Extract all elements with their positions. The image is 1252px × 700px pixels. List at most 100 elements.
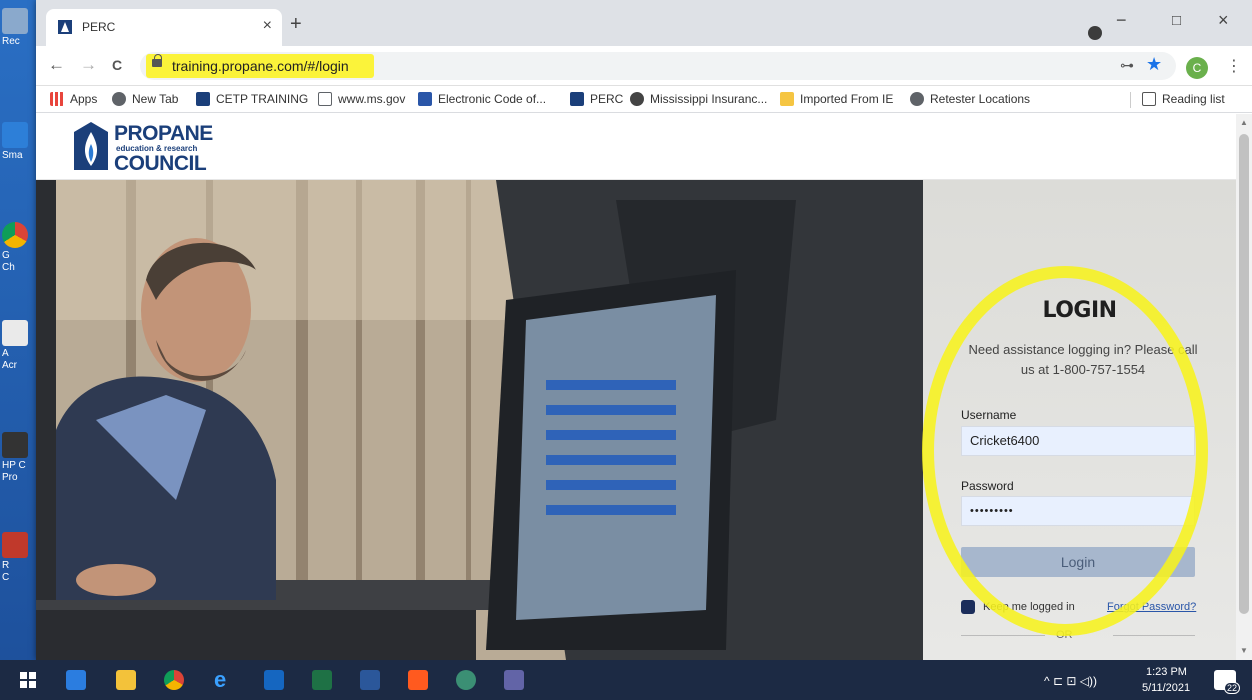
desktop-icon-sma[interactable]: Sma bbox=[2, 122, 36, 162]
bookmark-apps[interactable]: Apps bbox=[50, 92, 97, 106]
tab-title: PERC bbox=[82, 20, 116, 34]
password-label: Password bbox=[961, 479, 1014, 493]
hero-photo-illustration bbox=[36, 180, 923, 660]
profile-avatar[interactable]: C bbox=[1186, 57, 1208, 79]
keep-logged-in-label[interactable]: Keep me logged in bbox=[983, 601, 1075, 613]
browser-menu-icon[interactable]: ⋮ bbox=[1226, 56, 1242, 76]
bookmarks-bar: Apps New Tab CETP TRAINING www.ms.gov El… bbox=[36, 87, 1252, 113]
media-player-icon[interactable] bbox=[66, 670, 86, 690]
system-tray[interactable]: ^ ⊏ ⊡ ◁)) bbox=[1044, 674, 1097, 688]
bookmark-cetp-training[interactable]: CETP TRAINING bbox=[196, 92, 308, 106]
clock-time[interactable]: 1:23 PM bbox=[1146, 666, 1187, 678]
globe-icon bbox=[112, 92, 126, 106]
login-title: LOGIN bbox=[1042, 298, 1117, 323]
desktop-icon-label: G Ch bbox=[2, 250, 15, 273]
keep-logged-in-checkbox[interactable] bbox=[961, 600, 975, 614]
address-bar[interactable]: training.propane.com/#/login bbox=[140, 52, 1176, 80]
globe-app-icon[interactable] bbox=[456, 670, 476, 690]
password-input[interactable]: ••••••••• bbox=[961, 496, 1195, 526]
hero-image bbox=[36, 180, 923, 660]
folder-icon bbox=[780, 92, 794, 106]
file-explorer-icon[interactable] bbox=[116, 670, 136, 690]
bookmark-mississippi-insurance[interactable]: Mississippi Insuranc... bbox=[630, 92, 767, 106]
bookmark-imported-from-ie[interactable]: Imported From IE bbox=[780, 92, 893, 106]
perc-favicon-icon bbox=[58, 20, 72, 34]
maximize-button[interactable]: □ bbox=[1172, 12, 1181, 29]
bookmark-electronic-code[interactable]: Electronic Code of... bbox=[418, 92, 546, 106]
desktop-icon-label: A Acr bbox=[2, 348, 17, 371]
desktop-icon-label: Rec bbox=[2, 36, 20, 47]
bookmark-new-tab[interactable]: New Tab bbox=[112, 92, 178, 106]
tab-search-icon[interactable] bbox=[1088, 26, 1102, 40]
app-shortcut-icon bbox=[2, 532, 28, 558]
username-label: Username bbox=[961, 408, 1017, 422]
bookmark-retester-locations[interactable]: Retester Locations bbox=[910, 92, 1030, 106]
perc-logo[interactable]: PROPANE education & research COUNCIL bbox=[70, 120, 213, 176]
teams-icon[interactable] bbox=[504, 670, 524, 690]
site-header: PROPANE education & research COUNCIL bbox=[36, 114, 1236, 180]
acrobat-icon bbox=[2, 320, 28, 346]
scroll-thumb[interactable] bbox=[1239, 134, 1249, 614]
browser-window: PERC × + − □ × ← → C training.propane.co… bbox=[36, 0, 1252, 660]
perc-favicon-icon bbox=[196, 92, 210, 106]
tab-close-icon[interactable]: × bbox=[263, 17, 272, 35]
notification-count-badge: 22 bbox=[1223, 682, 1240, 694]
new-tab-button[interactable]: + bbox=[290, 14, 302, 34]
or-divider-right bbox=[1113, 635, 1195, 636]
or-divider-left bbox=[961, 635, 1045, 636]
app-shortcut-icon bbox=[2, 122, 28, 148]
tab-perc[interactable]: PERC × bbox=[46, 9, 282, 46]
desktop-icon-acrobat[interactable]: A Acr bbox=[2, 320, 36, 372]
assistance-text: Need assistance logging in? Please call … bbox=[968, 342, 1198, 377]
username-input[interactable]: Cricket6400 bbox=[961, 426, 1195, 456]
tab-strip: PERC × + − □ × bbox=[36, 0, 1252, 46]
desktop-icon-r[interactable]: R C bbox=[2, 532, 36, 584]
document-icon bbox=[318, 92, 332, 106]
chrome-taskbar-icon[interactable] bbox=[164, 670, 184, 690]
logo-text-propane: PROPANE bbox=[114, 122, 213, 145]
notification-center-icon[interactable]: 22 bbox=[1214, 670, 1240, 694]
perc-favicon-icon bbox=[570, 92, 584, 106]
page-scrollbar[interactable]: ▲ ▼ bbox=[1236, 114, 1252, 660]
word-icon[interactable] bbox=[360, 670, 380, 690]
desktop-icon-label: HP C Pro bbox=[2, 460, 26, 483]
b-app-icon[interactable] bbox=[408, 670, 428, 690]
globe-icon bbox=[910, 92, 924, 106]
seal-icon bbox=[630, 92, 644, 106]
scroll-down-icon[interactable]: ▼ bbox=[1240, 646, 1248, 655]
taskbar: e ^ ⊏ ⊡ ◁)) 1:23 PM 5/11/2021 22 bbox=[0, 660, 1252, 700]
bookmark-separator bbox=[1130, 92, 1131, 108]
excel-icon[interactable] bbox=[312, 670, 332, 690]
minimize-button[interactable]: − bbox=[1116, 10, 1127, 31]
close-window-button[interactable]: × bbox=[1218, 10, 1229, 31]
desktop-icon-hp[interactable]: HP C Pro bbox=[2, 432, 36, 484]
clock-date[interactable]: 5/11/2021 bbox=[1142, 682, 1190, 694]
reload-button[interactable]: C bbox=[112, 55, 122, 75]
gpo-icon bbox=[418, 92, 432, 106]
internet-explorer-icon[interactable]: e bbox=[214, 669, 234, 691]
bookmark-ms-gov[interactable]: www.ms.gov bbox=[318, 92, 405, 106]
password-key-icon[interactable]: ⊶ bbox=[1120, 57, 1134, 74]
bookmark-star-icon[interactable]: ★ bbox=[1146, 54, 1162, 75]
login-panel: LOGIN Need assistance logging in? Please… bbox=[923, 180, 1236, 660]
forgot-password-link[interactable]: Forgot Password? bbox=[1107, 601, 1196, 613]
logo-text-council: COUNCIL bbox=[114, 152, 207, 175]
or-divider-text: OR bbox=[1056, 629, 1073, 641]
bookmark-perc[interactable]: PERC bbox=[570, 92, 623, 106]
scroll-up-icon[interactable]: ▲ bbox=[1240, 118, 1248, 127]
reading-list-icon bbox=[1142, 92, 1156, 106]
desktop-icon-chrome[interactable]: G Ch bbox=[2, 222, 36, 274]
apps-grid-icon bbox=[50, 92, 64, 106]
desktop-icon-recycle[interactable]: Rec bbox=[2, 8, 36, 48]
lock-icon[interactable] bbox=[152, 54, 162, 67]
browser-toolbar: ← → C training.propane.com/#/login bbox=[36, 46, 1252, 86]
desktop-icon-label: Sma bbox=[2, 150, 23, 161]
page-content: PROPANE education & research COUNCIL LOG… bbox=[36, 114, 1236, 660]
reading-list-button[interactable]: Reading list bbox=[1142, 92, 1225, 106]
windows-start-icon[interactable] bbox=[20, 672, 36, 688]
outlook-icon[interactable] bbox=[264, 670, 284, 690]
back-button[interactable]: ← bbox=[48, 55, 65, 75]
login-button[interactable]: Login bbox=[961, 547, 1195, 577]
forward-button[interactable]: → bbox=[80, 55, 97, 75]
flame-logo-icon bbox=[74, 122, 108, 170]
